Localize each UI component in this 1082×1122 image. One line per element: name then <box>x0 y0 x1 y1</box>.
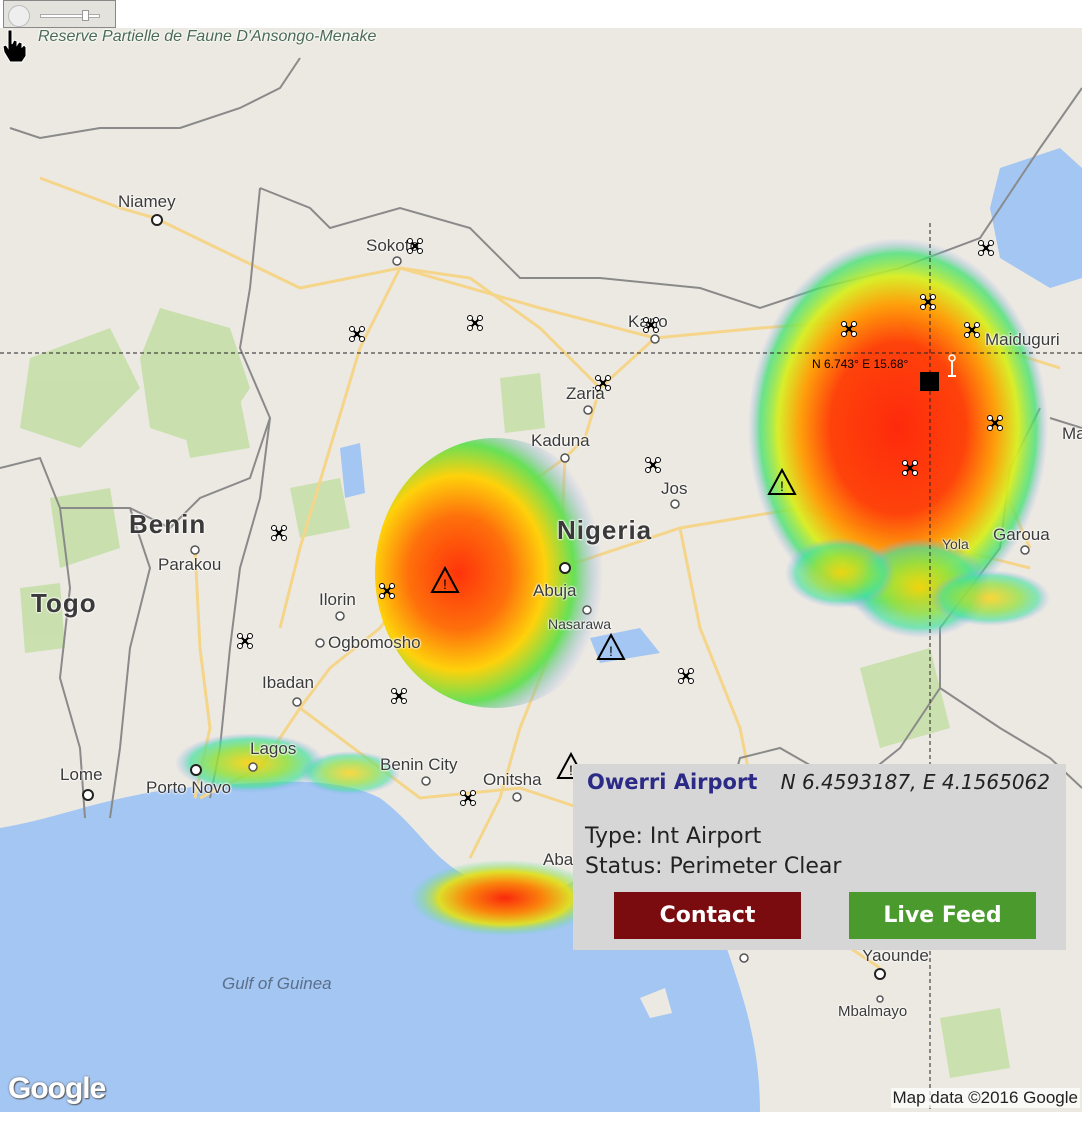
svg-text:!: ! <box>609 643 613 659</box>
city-label-parakou: Parakou <box>158 555 222 574</box>
svg-text:!: ! <box>780 478 784 494</box>
drone-icon[interactable] <box>379 583 395 599</box>
drone-icon[interactable] <box>902 460 918 476</box>
country-label-togo: Togo <box>31 588 97 618</box>
drone-icon[interactable] <box>841 321 857 337</box>
city-label-abuja: Abuja <box>533 581 577 600</box>
map-zoom-control[interactable] <box>3 0 116 28</box>
city-label-porto-novo: Porto Novo <box>146 778 232 797</box>
city-label-lome: Lome <box>60 765 103 784</box>
drone-icon[interactable] <box>643 317 659 333</box>
drone-icon[interactable] <box>987 415 1003 431</box>
zoom-slider-track[interactable] <box>40 14 100 18</box>
city-label-ilorin: Ilorin <box>319 590 356 609</box>
city-label-ma: Ma <box>1062 424 1082 443</box>
drone-icon[interactable] <box>595 375 611 391</box>
sea-label-gulf-of-guinea: Gulf of Guinea <box>222 974 332 993</box>
drone-icon[interactable] <box>645 457 661 473</box>
location-info-popup: Owerri Airport N 6.4593187, E 4.1565062 … <box>573 764 1066 950</box>
warning-icon[interactable]: ! <box>767 468 797 496</box>
reserve-label: Reserve Partielle de Faune D'Ansongo-Men… <box>38 28 377 45</box>
city-label-benin-city: Benin City <box>380 755 458 774</box>
popup-coordinates: N 6.4593187, E 4.1565062 <box>780 770 1050 794</box>
city-label-niamey: Niamey <box>118 192 176 211</box>
crosshair-coordinates: N 6.743° E 15.68° <box>812 357 909 371</box>
drone-icon[interactable] <box>460 790 476 806</box>
pan-control[interactable] <box>8 5 30 27</box>
city-label-aba: Aba <box>543 850 574 869</box>
city-label-kaduna: Kaduna <box>531 431 590 450</box>
target-marker[interactable] <box>920 372 939 391</box>
city-label-ogbomosho: Ogbomosho <box>328 633 421 652</box>
drone-icon[interactable] <box>978 240 994 256</box>
map-attribution[interactable]: Map data ©2016 Google <box>890 1088 1080 1108</box>
hand-cursor-icon <box>2 29 27 63</box>
drone-icon[interactable] <box>237 633 253 649</box>
popup-status: Status: Perimeter Clear <box>585 854 842 879</box>
city-label-maiduguri: Maiduguri <box>985 330 1060 349</box>
city-label-jos: Jos <box>661 479 688 498</box>
country-label-nigeria: Nigeria <box>557 515 653 545</box>
svg-text:!: ! <box>443 576 447 592</box>
city-label-garoua: Garoua <box>993 525 1050 544</box>
live-feed-button[interactable]: Live Feed <box>849 892 1036 939</box>
drone-icon[interactable] <box>964 322 980 338</box>
drone-icon[interactable] <box>678 668 694 684</box>
popup-title: Owerri Airport <box>587 770 758 794</box>
drone-icon[interactable] <box>391 688 407 704</box>
drone-icon[interactable] <box>271 525 287 541</box>
drone-icon[interactable] <box>349 326 365 342</box>
contact-button[interactable]: Contact <box>614 892 801 939</box>
drone-icon[interactable] <box>407 238 423 254</box>
drone-icon[interactable] <box>920 294 936 310</box>
city-label-mbalmayo: Mbalmayo <box>838 1003 908 1020</box>
warning-icon[interactable]: ! <box>596 633 626 661</box>
city-label-onitsha: Onitsha <box>483 770 542 789</box>
city-label-yola: Yola <box>942 536 969 552</box>
city-label-lagos: Lagos <box>250 739 297 758</box>
city-label-nasarawa: Nasarawa <box>548 616 612 632</box>
google-logo: Google <box>8 1072 106 1105</box>
country-label-benin: Benin <box>129 509 207 539</box>
zoom-slider-handle[interactable] <box>82 10 89 21</box>
warning-icon[interactable]: ! <box>430 566 460 594</box>
popup-type: Type: Int Airport <box>585 824 762 849</box>
city-label-ibadan: Ibadan <box>262 673 314 692</box>
drone-icon[interactable] <box>467 315 483 331</box>
antenna-icon <box>948 354 956 377</box>
